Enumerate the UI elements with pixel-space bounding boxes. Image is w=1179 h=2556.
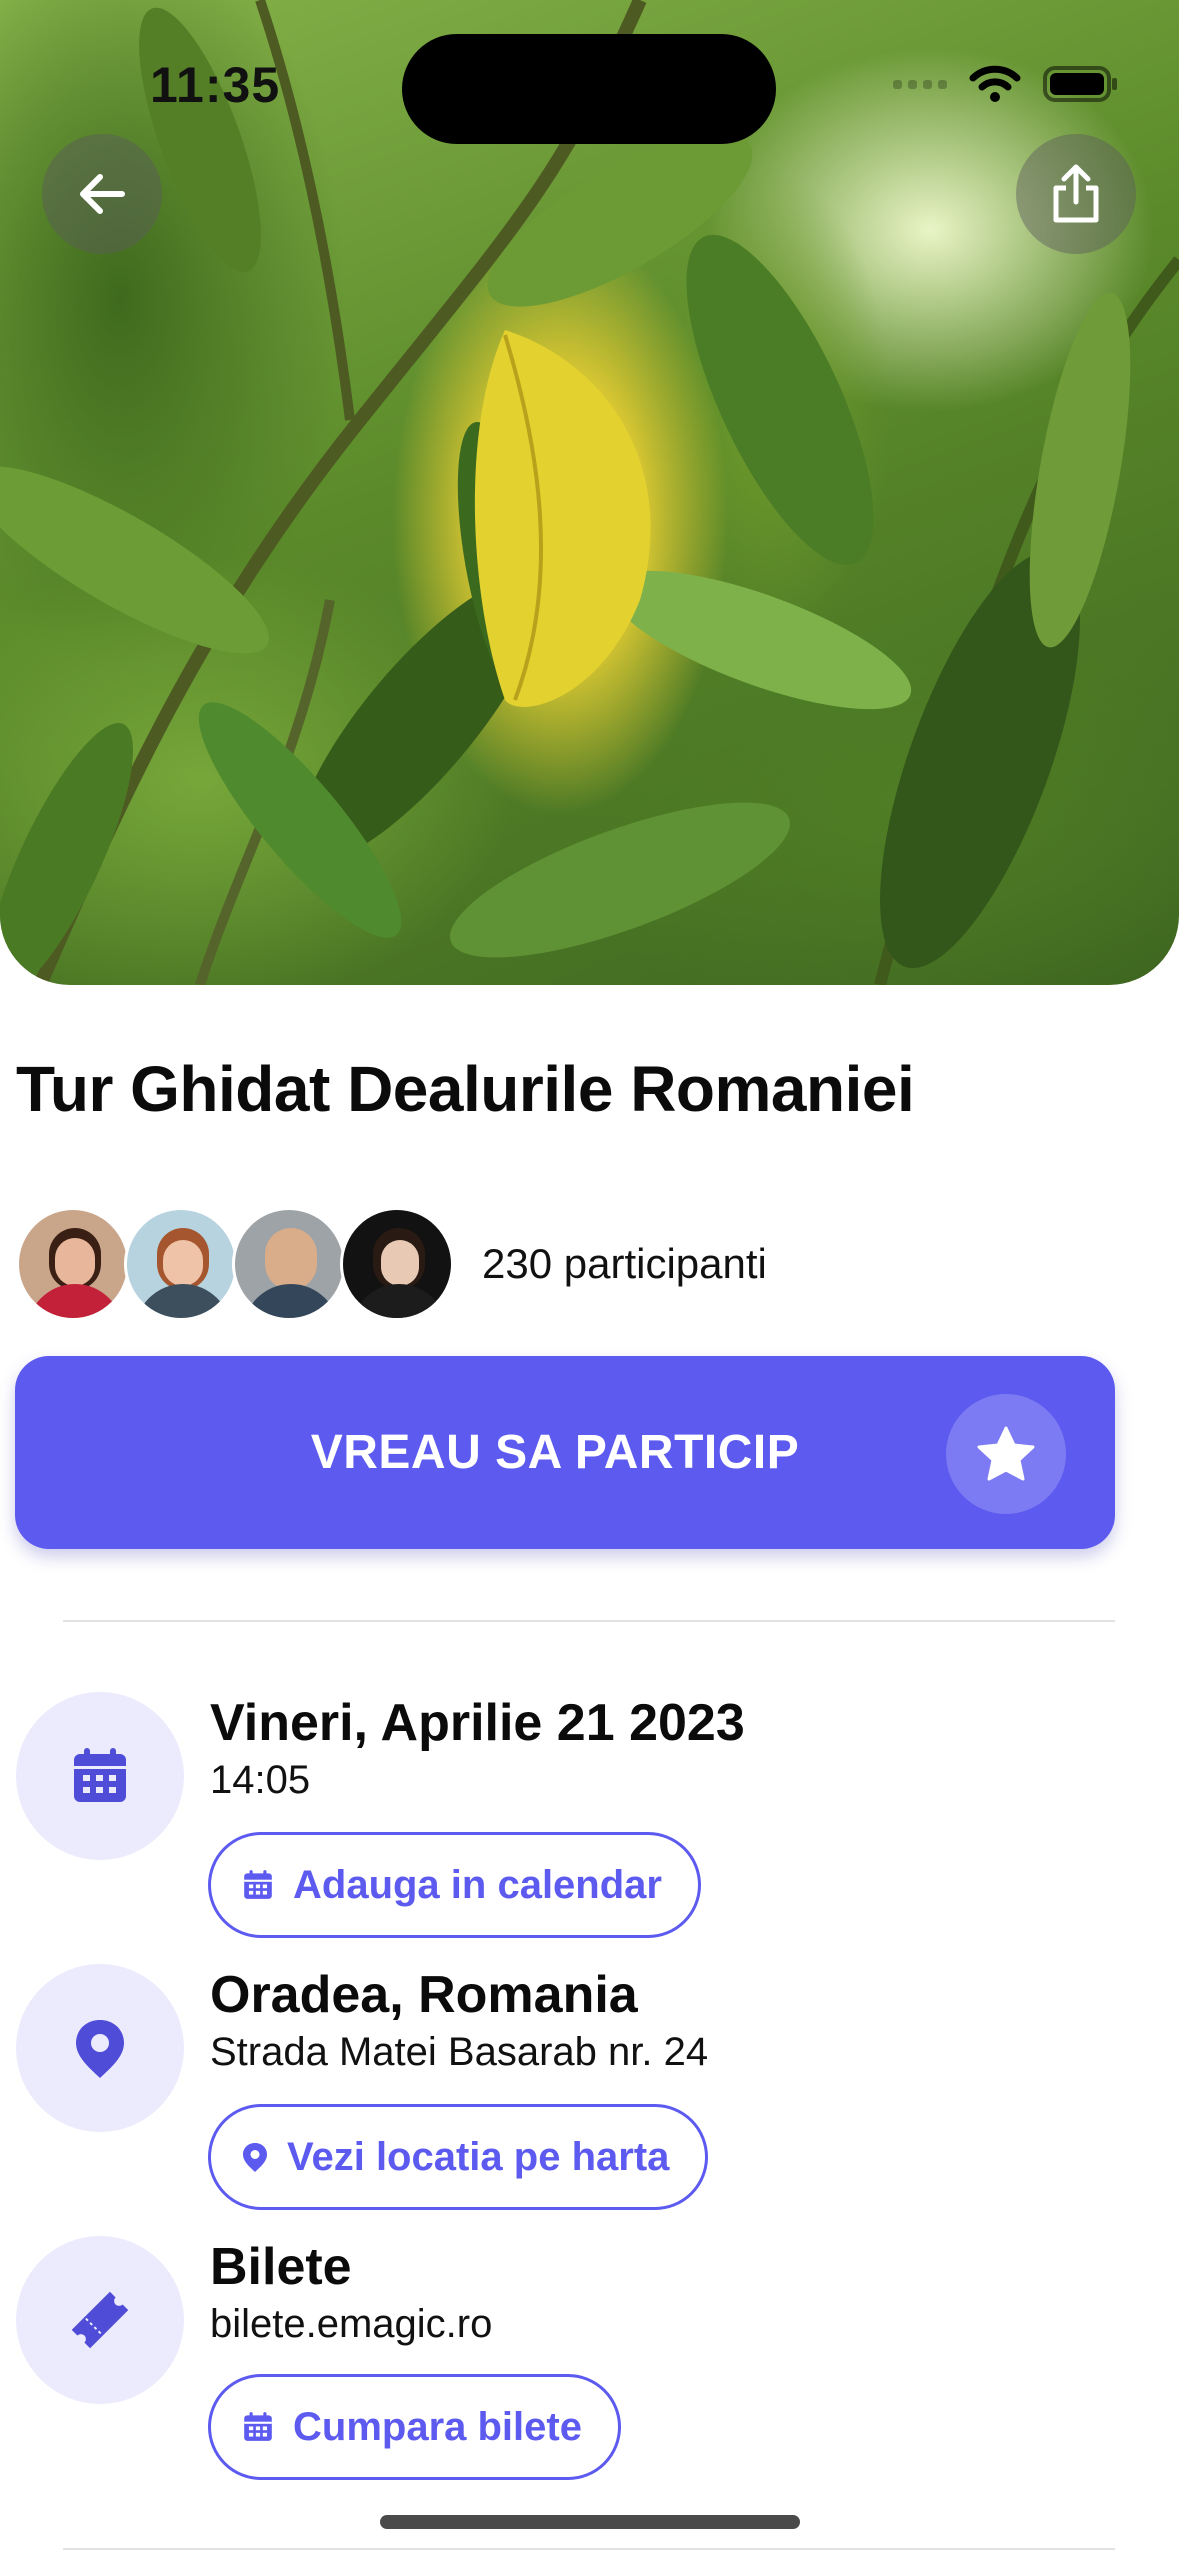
view-on-map-button[interactable]: Vezi locatia pe harta: [208, 2104, 709, 2210]
add-to-calendar-label: Adauga in calendar: [293, 1862, 662, 1907]
avatar: [340, 1207, 454, 1321]
favorite-button[interactable]: [946, 1394, 1066, 1514]
tickets-site: bilete.emagic.ro: [210, 2302, 493, 2346]
event-time: 14:05: [210, 1758, 311, 1802]
divider: [63, 2548, 1115, 2550]
participants-row[interactable]: 230 participanti: [16, 1205, 767, 1323]
signal-icon: [893, 79, 947, 89]
ticket-icon-circle: [16, 2236, 184, 2404]
star-icon: [977, 1426, 1035, 1481]
home-indicator[interactable]: [380, 2515, 800, 2529]
dynamic-island: [402, 34, 776, 144]
view-on-map-label: Vezi locatia pe harta: [287, 2134, 670, 2179]
avatar: [16, 1207, 130, 1321]
calendar-icon: [244, 1870, 272, 1899]
add-to-calendar-button[interactable]: Adauga in calendar: [208, 1832, 701, 1938]
leaves-photo: [0, 0, 1179, 985]
wifi-icon: [969, 65, 1021, 102]
battery-icon: [1043, 66, 1117, 102]
share-icon: [1053, 164, 1099, 223]
event-title: Tur Ghidat Dealurile Romaniei: [16, 1053, 915, 1125]
ticket-icon: [71, 2291, 129, 2349]
buy-tickets-label: Cumpara bilete: [293, 2404, 582, 2449]
avatar: [232, 1207, 346, 1321]
event-address: Strada Matei Basarab nr. 24: [210, 2030, 709, 2074]
participate-button-label: VREAU SA PARTICIP: [310, 1426, 800, 1479]
calendar-icon: [244, 2412, 272, 2441]
tickets-text: Bilete bilete.emagic.ro: [210, 2236, 492, 2350]
location-pin-icon: [76, 2020, 124, 2078]
buy-tickets-button[interactable]: Cumpara bilete: [208, 2374, 621, 2480]
event-date: Vineri, Aprilie 21 2023: [210, 1694, 745, 1752]
date-text: Vineri, Aprilie 21 2023 14:05: [210, 1692, 745, 1806]
location-icon-circle: [16, 1964, 184, 2132]
tickets-title: Bilete: [210, 2238, 352, 2296]
calendar-icon-circle: [16, 1692, 184, 1860]
location-text: Oradea, Romania Strada Matei Basarab nr.…: [210, 1964, 708, 2078]
back-button[interactable]: [42, 134, 162, 254]
location-pin-icon: [243, 2143, 267, 2172]
event-city: Oradea, Romania: [210, 1966, 638, 2024]
avatar: [124, 1207, 238, 1321]
back-arrow-icon: [80, 174, 125, 214]
calendar-icon: [74, 1748, 126, 1802]
divider: [63, 1620, 1115, 1622]
participate-button[interactable]: VREAU SA PARTICIP: [15, 1356, 1115, 1549]
status-icons: [893, 64, 1119, 104]
participants-count: 230 participanti: [482, 1240, 767, 1287]
event-hero-image: 11:35: [0, 0, 1179, 985]
status-time: 11:35: [150, 57, 281, 113]
share-button[interactable]: [1016, 134, 1136, 254]
